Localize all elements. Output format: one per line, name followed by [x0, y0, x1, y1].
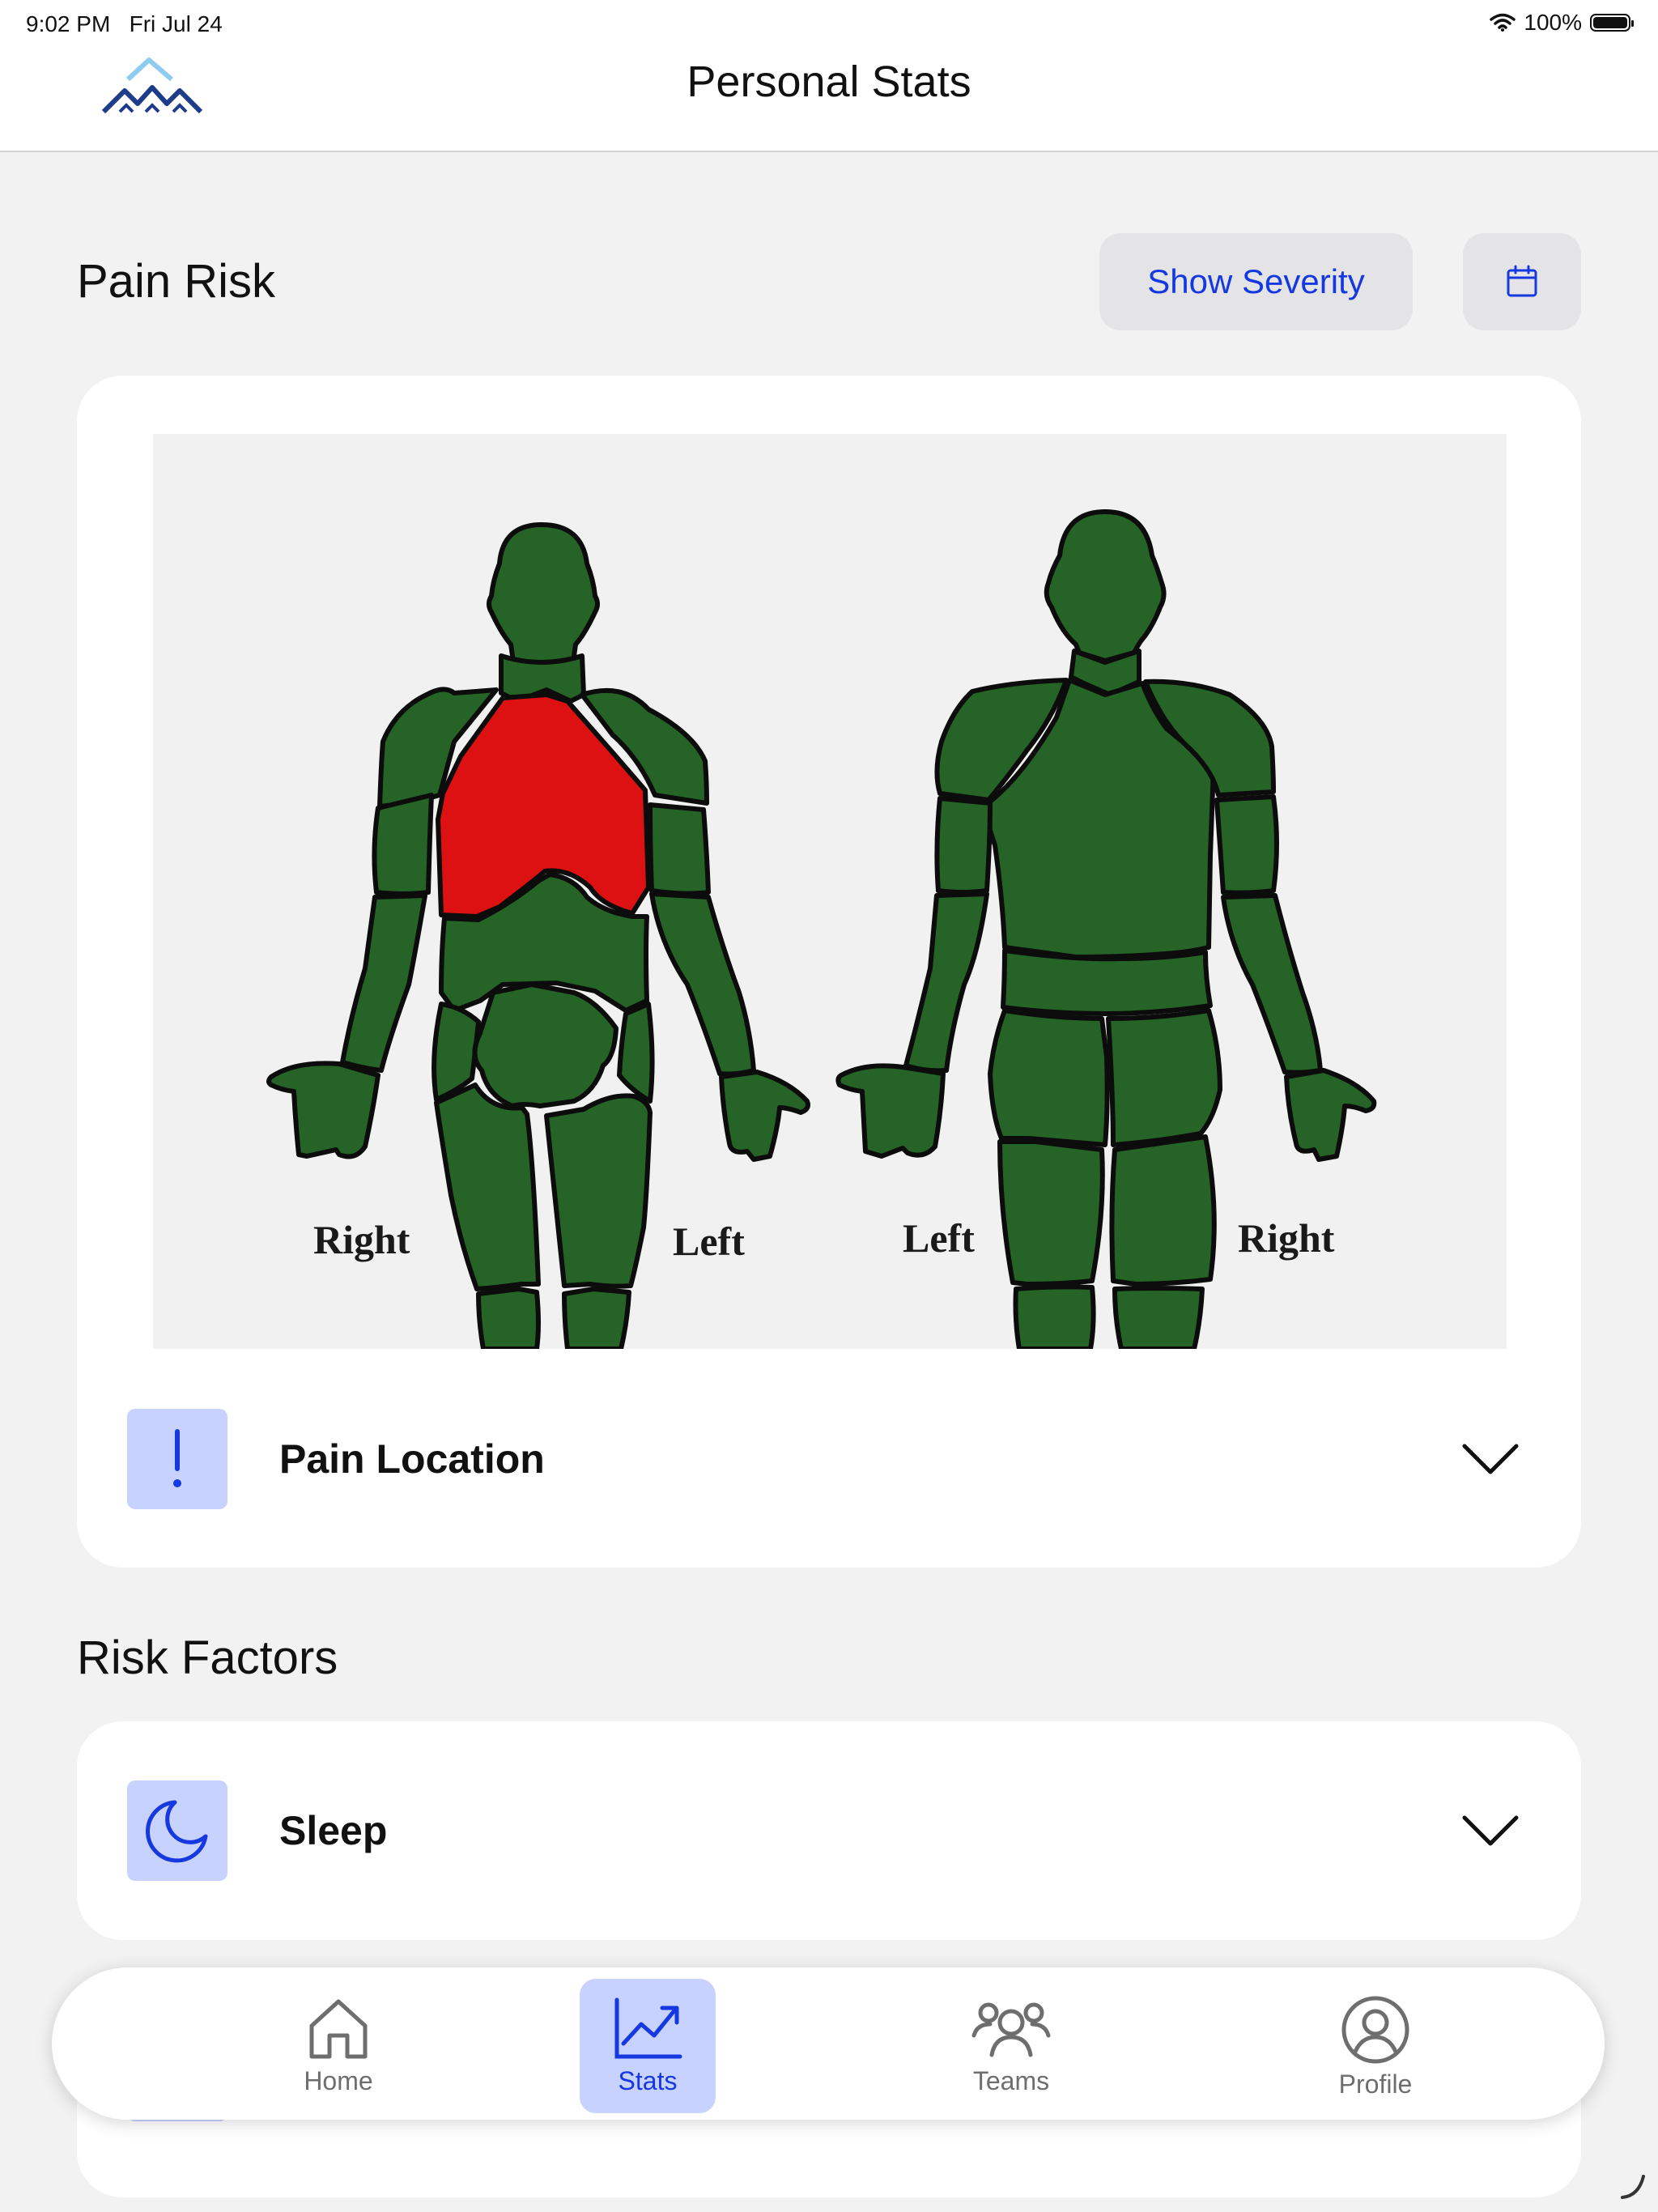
back-left-forearm[interactable] — [903, 891, 989, 1074]
tab-stats-label: Stats — [618, 2066, 678, 2095]
back-right-upper-arm[interactable] — [1214, 794, 1279, 895]
profile-icon — [1341, 1996, 1409, 2064]
front-right-knee[interactable] — [476, 1287, 541, 1349]
chart-icon — [614, 1997, 682, 2059]
back-lower-back[interactable] — [1001, 948, 1213, 1016]
back-right-hand[interactable] — [1284, 1068, 1377, 1162]
back-right-label: Right — [1238, 1215, 1335, 1261]
front-left-thigh[interactable] — [544, 1093, 653, 1289]
tab-stats[interactable]: Stats — [580, 1979, 716, 2113]
back-left-glute[interactable] — [988, 1008, 1110, 1147]
front-left-forearm[interactable] — [649, 891, 756, 1077]
back-left-knee[interactable] — [1013, 1284, 1096, 1349]
front-right-forearm[interactable] — [340, 893, 427, 1073]
wifi-icon — [1490, 13, 1516, 32]
back-right-glute[interactable] — [1106, 1008, 1222, 1147]
tab-home[interactable]: Home — [270, 1979, 406, 2113]
tab-teams-label: Teams — [972, 2066, 1050, 2095]
page-title: Personal Stats — [687, 57, 971, 106]
nav-bar: Personal Stats — [0, 52, 1658, 152]
pain-location-row[interactable]: Pain Location — [127, 1409, 1531, 1509]
front-right-upper-arm[interactable] — [372, 793, 434, 896]
sleep-row[interactable]: Sleep — [127, 1780, 1531, 1881]
front-head[interactable] — [487, 522, 600, 673]
status-time: 9:02 PM Fri Jul 24 — [26, 11, 223, 37]
status-indicators: 100% — [1490, 10, 1634, 36]
front-left-hand[interactable] — [719, 1070, 810, 1162]
back-left-thigh[interactable] — [997, 1139, 1105, 1287]
front-left-hip[interactable] — [617, 1002, 655, 1104]
front-left-upper-arm[interactable] — [648, 802, 711, 896]
tab-home-label: Home — [304, 2066, 373, 2095]
battery-icon — [1590, 14, 1634, 32]
calendar-button[interactable] — [1463, 233, 1581, 330]
tab-profile[interactable]: Profile — [1307, 1979, 1443, 2113]
back-right-thigh[interactable] — [1109, 1134, 1217, 1287]
pain-location-label: Pain Location — [279, 1436, 545, 1482]
front-right-hand[interactable] — [266, 1061, 380, 1159]
moon-icon — [127, 1780, 227, 1881]
calendar-icon — [1507, 265, 1537, 297]
front-right-thigh[interactable] — [434, 1083, 541, 1291]
status-clock: 9:02 PM — [26, 11, 111, 36]
sleep-label: Sleep — [279, 1808, 388, 1853]
body-diagram[interactable]: Right Left Left Right — [153, 434, 1507, 1349]
exclamation-icon — [127, 1409, 227, 1509]
tab-teams[interactable]: Teams — [943, 1979, 1079, 2113]
scroll-indicator — [1621, 2175, 1645, 2199]
chevron-down-icon[interactable] — [1461, 1813, 1520, 1848]
front-right-label: Right — [313, 1217, 410, 1262]
chevron-down-icon[interactable] — [1461, 1441, 1520, 1477]
tab-profile-label: Profile — [1338, 2069, 1413, 2099]
pain-risk-card: Right Left Left Right Pain Location — [77, 376, 1581, 1568]
back-left-upper-arm[interactable] — [934, 796, 993, 895]
back-right-forearm[interactable] — [1221, 893, 1323, 1075]
risk-factors-heading: Risk Factors — [77, 1631, 338, 1684]
pain-risk-heading: Pain Risk — [77, 255, 275, 308]
back-left-label: Left — [903, 1215, 975, 1261]
status-bar: 9:02 PM Fri Jul 24 100% — [0, 0, 1658, 52]
back-right-knee[interactable] — [1112, 1286, 1205, 1349]
body-diagram-svg: Right Left Left Right — [266, 509, 1377, 1349]
tab-bar: Home Stats Teams Profile — [52, 1967, 1605, 2120]
front-left-label: Left — [673, 1219, 745, 1264]
status-date: Fri Jul 24 — [129, 11, 223, 36]
battery-percent: 100% — [1524, 10, 1582, 35]
back-head[interactable] — [1044, 509, 1167, 663]
back-left-hand[interactable] — [835, 1063, 946, 1159]
front-left-knee[interactable] — [562, 1287, 631, 1349]
front-groin[interactable] — [472, 982, 619, 1108]
teams-icon — [971, 2002, 1051, 2057]
home-icon — [309, 1999, 368, 2059]
show-severity-button[interactable]: Show Severity — [1099, 233, 1413, 330]
sleep-card: Sleep — [77, 1721, 1581, 1940]
